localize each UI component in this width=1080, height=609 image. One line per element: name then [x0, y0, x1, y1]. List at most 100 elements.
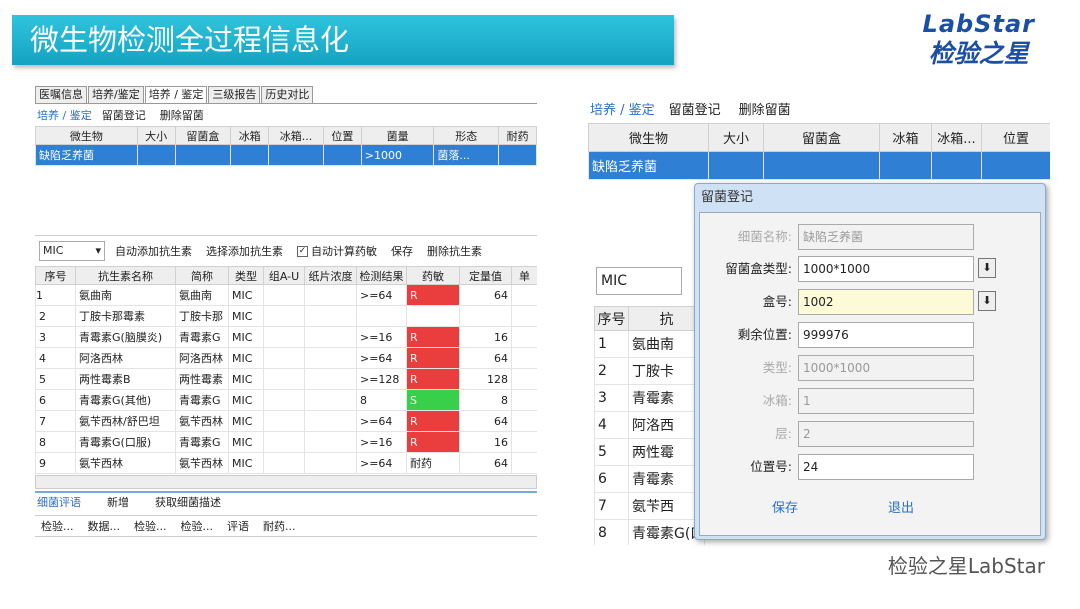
table-cell: >=64: [356, 347, 407, 369]
table-cell: 青霉素G(口服): [75, 431, 176, 453]
position-number-field[interactable]: 24: [798, 454, 974, 480]
field-label: 层:: [775, 426, 792, 441]
table-row[interactable]: 5 两性霉素B 两性霉素 MIC >=128 R 128: [35, 368, 537, 390]
bacteria-name-field[interactable]: 缺陷乏养菌: [798, 224, 974, 250]
delete-antibiotic-button[interactable]: 删除抗生素: [427, 243, 482, 259]
tab-culture[interactable]: 培养/鉴定: [88, 86, 144, 103]
box-type-field[interactable]: 1000*1000: [798, 256, 974, 282]
box-number-field[interactable]: 1002: [798, 289, 974, 315]
table-row[interactable]: 6 青霉素: [594, 465, 705, 493]
add-comment-button[interactable]: 新增: [107, 494, 129, 510]
column-header: 类型: [228, 266, 264, 285]
table-row[interactable]: 缺陷乏养菌 >1000 菌落...: [35, 144, 537, 166]
table-cell: 青霉素G: [175, 431, 229, 453]
tab-bacteria-comment[interactable]: 细菌评语: [37, 494, 81, 510]
field-label: 冰箱:: [762, 393, 792, 408]
dropdown-arrow-icon[interactable]: ⬇: [978, 291, 996, 311]
remaining-positions-field[interactable]: 999976: [798, 322, 974, 348]
table-cell: 两性霉素: [175, 368, 229, 390]
save-button[interactable]: 保存: [391, 243, 413, 259]
fridge-field[interactable]: 1: [798, 388, 974, 414]
delete-strain-button[interactable]: 删除留菌: [160, 107, 204, 123]
micro-table: 微生物 大小 留菌盒 冰箱 冰箱... 位置 菌量 形态 耐药 缺陷乏养菌 >1000 菌落...: [35, 126, 537, 166]
get-description-button[interactable]: 获取细菌描述: [155, 494, 221, 510]
table-cell: 3: [594, 384, 629, 412]
column-header: 位置: [323, 126, 362, 145]
layer-field[interactable]: 2: [798, 421, 974, 447]
table-cell: [304, 305, 357, 327]
table-cell: 1: [594, 330, 629, 358]
table-row[interactable]: 6 青霉素G(其他) 青霉素G MIC 8 S 8: [35, 389, 537, 411]
table-cell: 7: [594, 492, 629, 520]
delete-strain-button[interactable]: 删除留菌: [739, 99, 791, 118]
mic-select[interactable]: MIC ▾: [39, 241, 105, 261]
table-cell: 128: [459, 368, 512, 390]
table-cell: S: [406, 389, 460, 411]
table-cell: [459, 305, 512, 327]
table-cell: 耐药: [406, 452, 460, 474]
column-header: 冰箱...: [268, 126, 325, 145]
column-header: 检验...: [41, 520, 74, 533]
dialog-exit-button[interactable]: 退出: [888, 497, 914, 516]
table-cell: 丁胺卡那: [175, 305, 229, 327]
table-cell: 8: [356, 389, 407, 411]
column-header: 留菌盒: [763, 123, 880, 152]
dialog-save-button[interactable]: 保存: [772, 497, 798, 516]
table-row[interactable]: 1 氨曲南 氨曲南 MIC >=64 R 64: [35, 284, 537, 306]
column-header: 检验...: [180, 520, 214, 533]
slide-title: 微生物检测全过程信息化: [12, 15, 674, 65]
table-cell: [263, 431, 305, 453]
table-row[interactable]: 8 青霉素G(口服) 青霉素G MIC >=16 R 16: [35, 431, 537, 453]
table-cell: 64: [459, 410, 512, 432]
table-row[interactable]: 缺陷乏养菌: [588, 151, 1050, 180]
column-header: 耐药...: [263, 520, 296, 533]
column-header: 大小: [136, 126, 176, 145]
select-add-button[interactable]: 选择添加抗生素: [206, 243, 283, 259]
table-row[interactable]: 1 氨曲南: [594, 330, 705, 358]
table-cell: 9: [35, 452, 76, 474]
table-row[interactable]: 2 丁胺卡: [594, 357, 705, 385]
table-row[interactable]: 9 氨苄西林 氨苄西林 MIC >=64 耐药 64: [35, 452, 537, 474]
table-cell: 氨曲南: [175, 284, 229, 306]
table-cell: [136, 144, 176, 166]
dialog-title: 留菌登记: [701, 190, 754, 205]
horizontal-scrollbar[interactable]: [35, 475, 537, 489]
table-cell: 丁胺卡那霉素: [75, 305, 176, 327]
table-row[interactable]: 8青霉素G(口服): [594, 519, 705, 545]
tab-history[interactable]: 历史对比: [261, 86, 314, 103]
table-row[interactable]: 4 阿洛西林 阿洛西林 MIC >=64 R 64: [35, 347, 537, 369]
strain-register-button[interactable]: 留菌登记: [669, 99, 721, 118]
tab-order-info[interactable]: 医嘱信息: [35, 86, 87, 103]
table-cell: [304, 452, 357, 474]
auto-calc-checkbox[interactable]: ✓: [297, 245, 308, 257]
column-header: 单: [511, 266, 537, 285]
table-row[interactable]: 2 丁胺卡那霉素 丁胺卡那 MIC: [35, 305, 537, 327]
table-cell: 3: [35, 326, 76, 348]
table-cell: [304, 284, 357, 306]
table-row[interactable]: 5 两性霉: [594, 438, 705, 466]
table-row[interactable]: 7 氨苄西林/舒巴坦 氨苄西林 MIC >=64 R 64: [35, 410, 537, 432]
auto-add-button[interactable]: 自动添加抗生素: [115, 243, 192, 259]
table-row[interactable]: 3 青霉素G(脑膜炎) 青霉素G MIC >=16 R 16: [35, 326, 537, 348]
table-cell: 青霉素G: [175, 326, 229, 348]
tab-culture-active[interactable]: 培养 / 鉴定: [144, 86, 208, 103]
table-cell: [263, 452, 305, 474]
strain-register-button[interactable]: 留菌登记: [102, 107, 146, 123]
table-cell: >=64: [356, 284, 407, 306]
dropdown-arrow-icon[interactable]: ⬇: [978, 258, 996, 278]
table-row[interactable]: 7 氨苄西: [594, 492, 705, 520]
table-cell: 7: [35, 410, 76, 432]
table-cell: [174, 144, 232, 166]
table-cell: 青霉素G: [175, 389, 229, 411]
mic-select[interactable]: MIC: [596, 267, 682, 295]
table-cell: [511, 431, 537, 453]
table-cell: 氨曲南: [75, 284, 176, 306]
table-cell: MIC: [228, 326, 264, 348]
table-cell: 两性霉素B: [75, 368, 176, 390]
type-field[interactable]: 1000*1000: [798, 355, 974, 381]
table-row[interactable]: 4 阿洛西: [594, 411, 705, 439]
section-label: 培养 / 鉴定: [37, 109, 92, 122]
tab-report[interactable]: 三级报告: [208, 86, 261, 103]
table-row[interactable]: 3 青霉素: [594, 384, 705, 412]
table-cell: R: [406, 410, 460, 432]
